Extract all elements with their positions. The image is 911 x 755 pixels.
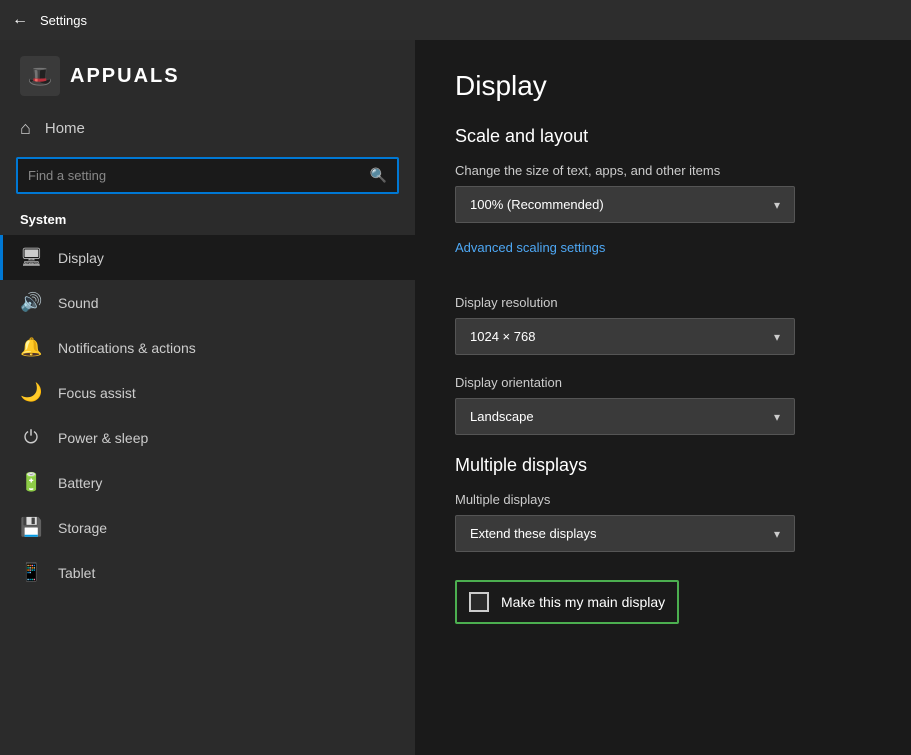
sidebar-item-label: Tablet <box>58 565 95 581</box>
battery-icon: 🔋 <box>20 472 42 493</box>
system-label: System <box>0 208 415 235</box>
sidebar-item-label: Focus assist <box>58 385 136 401</box>
sidebar-item-sound[interactable]: 🔊 Sound <box>0 280 415 325</box>
resolution-section: Display resolution 1024 × 768 ▾ <box>455 295 871 355</box>
logo-icon: 🎩 <box>20 56 60 96</box>
sidebar-item-label: Display <box>58 250 104 266</box>
multiple-chevron-icon: ▾ <box>774 527 780 541</box>
display-icon: 🖥 <box>20 247 42 268</box>
scale-label: Change the size of text, apps, and other… <box>455 163 871 178</box>
tablet-icon: 📱 <box>20 562 42 583</box>
sidebar-item-label: Sound <box>58 295 98 311</box>
multiple-value: Extend these displays <box>470 526 596 541</box>
sidebar-item-tablet[interactable]: 📱 Tablet <box>0 550 415 595</box>
logo-text: APPUALS <box>70 65 180 88</box>
sidebar-item-battery[interactable]: 🔋 Battery <box>0 460 415 505</box>
sidebar-item-focus[interactable]: 🌙 Focus assist <box>0 370 415 415</box>
search-bar[interactable]: 🔍 <box>16 157 399 194</box>
sidebar-item-power[interactable]: ⏻ Power & sleep <box>0 415 415 460</box>
orientation-dropdown[interactable]: Landscape ▾ <box>455 398 795 435</box>
multiple-displays-section: Multiple displays Multiple displays Exte… <box>455 455 871 624</box>
home-icon: ⌂ <box>20 118 31 139</box>
multiple-section-title: Multiple displays <box>455 455 871 476</box>
sidebar: 🎩 APPUALS ⌂ Home 🔍 System 🖥 Display 🔊 So… <box>0 40 415 755</box>
sidebar-item-label: Power & sleep <box>58 430 148 446</box>
scale-section-title: Scale and layout <box>455 126 871 147</box>
sidebar-item-label: Battery <box>58 475 102 491</box>
multiple-label: Multiple displays <box>455 492 871 507</box>
resolution-value: 1024 × 768 <box>470 329 535 344</box>
resolution-dropdown[interactable]: 1024 × 768 ▾ <box>455 318 795 355</box>
notifications-icon: 🔔 <box>20 337 42 358</box>
sound-icon: 🔊 <box>20 292 42 313</box>
scale-layout-section: Scale and layout Change the size of text… <box>455 126 871 275</box>
scale-value: 100% (Recommended) <box>470 197 604 212</box>
back-button[interactable]: ← <box>12 11 28 29</box>
scale-dropdown[interactable]: 100% (Recommended) ▾ <box>455 186 795 223</box>
resolution-label: Display resolution <box>455 295 871 310</box>
sidebar-item-notifications[interactable]: 🔔 Notifications & actions <box>0 325 415 370</box>
page-title: Display <box>455 70 871 102</box>
sidebar-item-label: Notifications & actions <box>58 340 196 356</box>
storage-icon: 💾 <box>20 517 42 538</box>
main-layout: 🎩 APPUALS ⌂ Home 🔍 System 🖥 Display 🔊 So… <box>0 40 911 755</box>
sidebar-item-label: Storage <box>58 520 107 536</box>
focus-icon: 🌙 <box>20 382 42 403</box>
main-display-checkbox[interactable] <box>469 592 489 612</box>
orientation-label: Display orientation <box>455 375 871 390</box>
home-label: Home <box>45 120 85 137</box>
content-area: Display Scale and layout Change the size… <box>415 40 911 755</box>
scale-chevron-icon: ▾ <box>774 198 780 212</box>
title-bar-title: Settings <box>40 13 87 28</box>
title-bar: ← Settings <box>0 0 911 40</box>
power-icon: ⏻ <box>20 427 42 448</box>
orientation-section: Display orientation Landscape ▾ <box>455 375 871 435</box>
logo-area: 🎩 APPUALS <box>0 40 415 108</box>
orientation-value: Landscape <box>470 409 534 424</box>
multiple-displays-dropdown[interactable]: Extend these displays ▾ <box>455 515 795 552</box>
main-display-row[interactable]: Make this my main display <box>455 580 679 624</box>
sidebar-item-display[interactable]: 🖥 Display <box>0 235 415 280</box>
orientation-chevron-icon: ▾ <box>774 410 780 424</box>
search-input[interactable] <box>18 160 360 191</box>
resolution-chevron-icon: ▾ <box>774 330 780 344</box>
main-display-label: Make this my main display <box>501 594 665 610</box>
home-button[interactable]: ⌂ Home <box>0 108 415 149</box>
advanced-scaling-link[interactable]: Advanced scaling settings <box>455 240 605 255</box>
sidebar-item-storage[interactable]: 💾 Storage <box>0 505 415 550</box>
search-icon: 🔍 <box>360 159 397 192</box>
